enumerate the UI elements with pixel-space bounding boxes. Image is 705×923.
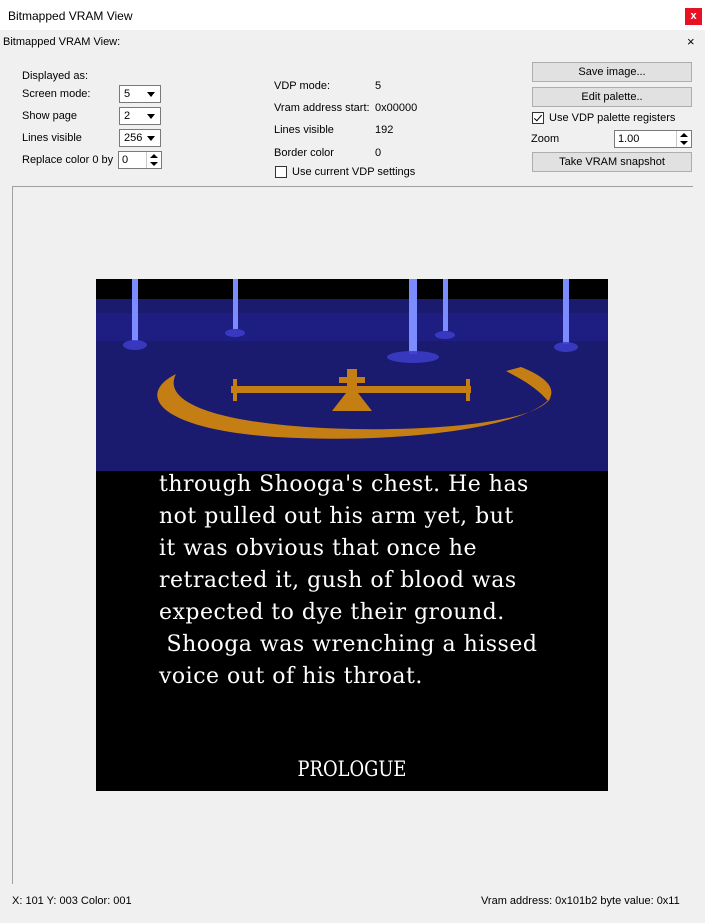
title-bar: Bitmapped VRAM View x: [0, 0, 705, 30]
spinner-buttons[interactable]: [676, 131, 691, 147]
replace-color-spinner[interactable]: 0: [118, 151, 162, 169]
chevron-down-icon: [147, 114, 155, 119]
story-line: Shooga was wrenching a hissed: [159, 632, 538, 657]
spinner-buttons[interactable]: [146, 152, 161, 168]
screen-mode-value: 5: [124, 88, 131, 100]
spin-up-icon[interactable]: [680, 133, 688, 137]
story-line: retracted it, gush of blood was: [159, 568, 517, 593]
status-coordinates: X: 101 Y: 003 Color: 001: [12, 895, 132, 907]
prologue-caption: PROLOGUE: [297, 757, 407, 781]
spin-down-icon[interactable]: [680, 141, 688, 145]
lines-visible-value: 256: [124, 132, 143, 144]
vdp-mode-label: VDP mode:: [274, 80, 331, 92]
screen-mode-select[interactable]: 5: [119, 85, 161, 103]
story-text: through Shooga's chest. He has not pulle…: [159, 469, 537, 693]
status-vram-address: Vram address: 0x101b2 byte value: 0x11: [481, 895, 680, 907]
zoom-label: Zoom: [531, 133, 560, 145]
use-vdp-palette-label[interactable]: Use VDP palette registers: [549, 112, 675, 124]
story-line: through Shooga's chest. He has: [159, 472, 529, 497]
vram-image[interactable]: through Shooga's chest. He has not pulle…: [96, 279, 608, 791]
panel-close-button[interactable]: ×: [687, 34, 695, 49]
displayed-as-label: Displayed as:: [22, 70, 89, 82]
story-line: it was obvious that once he: [159, 536, 477, 561]
take-vram-snapshot-button[interactable]: Take VRAM snapshot: [532, 152, 692, 172]
lines-visible-select[interactable]: 256: [119, 129, 161, 147]
border-color-value: 0: [375, 147, 382, 159]
edit-palette-button[interactable]: Edit palette..: [532, 87, 692, 107]
panel-title: Bitmapped VRAM View:: [3, 36, 121, 48]
chevron-down-icon: [147, 136, 155, 141]
screen-mode-label: Screen mode:: [22, 88, 91, 100]
show-page-label: Show page: [22, 110, 78, 122]
show-page-value: 2: [124, 110, 131, 122]
story-line: expected to dye their ground.: [159, 600, 505, 625]
save-image-button[interactable]: Save image...: [532, 62, 692, 82]
lines-visible-info-value: 192: [375, 124, 394, 136]
story-line: not pulled out his arm yet, but: [159, 504, 514, 529]
spin-up-icon[interactable]: [150, 154, 158, 158]
spin-down-icon[interactable]: [150, 162, 158, 166]
lines-visible-label: Lines visible: [22, 132, 82, 144]
vdp-mode-value: 5: [375, 80, 382, 92]
lines-visible-info-label: Lines visible: [274, 124, 334, 136]
border-color-label: Border color: [274, 147, 334, 159]
window-title: Bitmapped VRAM View: [8, 9, 133, 23]
story-line: voice out of his throat.: [159, 664, 423, 689]
replace-color-value: 0: [122, 154, 129, 166]
use-current-vdp-label[interactable]: Use current VDP settings: [292, 166, 415, 178]
chevron-down-icon: [147, 92, 155, 97]
window-close-button[interactable]: x: [685, 8, 702, 25]
use-current-vdp-checkbox[interactable]: [275, 166, 287, 178]
show-page-select[interactable]: 2: [119, 107, 161, 125]
replace-color-label: Replace color 0 by: [22, 154, 114, 166]
vram-start-label: Vram address start:: [274, 102, 370, 114]
zoom-spinner[interactable]: 1.00: [614, 130, 692, 148]
vram-start-value: 0x00000: [375, 102, 418, 114]
use-vdp-palette-checkbox[interactable]: [532, 112, 544, 124]
zoom-value: 1.00: [618, 133, 640, 145]
